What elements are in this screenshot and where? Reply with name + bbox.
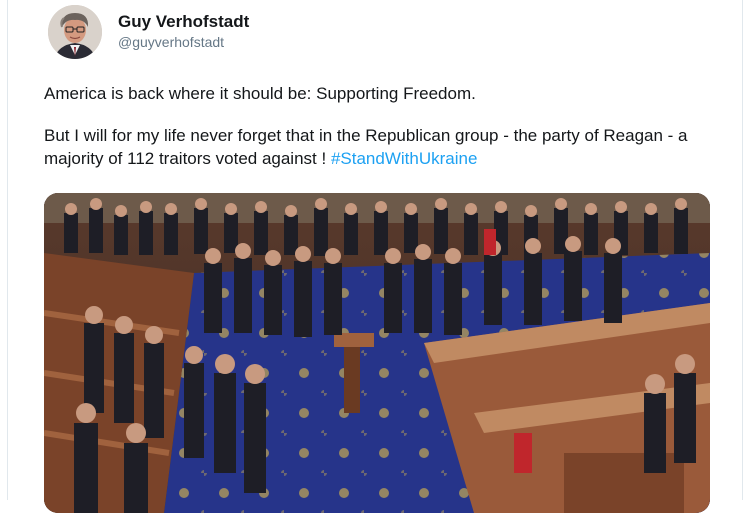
tweet-text: America is back where it should be: Supp…: [44, 82, 724, 189]
author-handle[interactable]: @guyverhofstadt: [118, 33, 249, 51]
hashtag-link[interactable]: #StandWithUkraine: [331, 149, 477, 168]
house-chamber-photo-icon: [44, 193, 710, 513]
author-display-name[interactable]: Guy Verhofstadt: [118, 12, 249, 32]
tweet-card: Guy Verhofstadt @guyverhofstadt America …: [7, 0, 743, 513]
author-block: Guy Verhofstadt @guyverhofstadt: [118, 12, 249, 51]
author-avatar[interactable]: [48, 5, 102, 59]
tweet-paragraph-2: But I will for my life never forget that…: [44, 124, 724, 170]
tweet-photo[interactable]: [44, 193, 710, 513]
profile-photo-icon: [48, 5, 102, 59]
tweet-paragraph-1: America is back where it should be: Supp…: [44, 84, 476, 103]
